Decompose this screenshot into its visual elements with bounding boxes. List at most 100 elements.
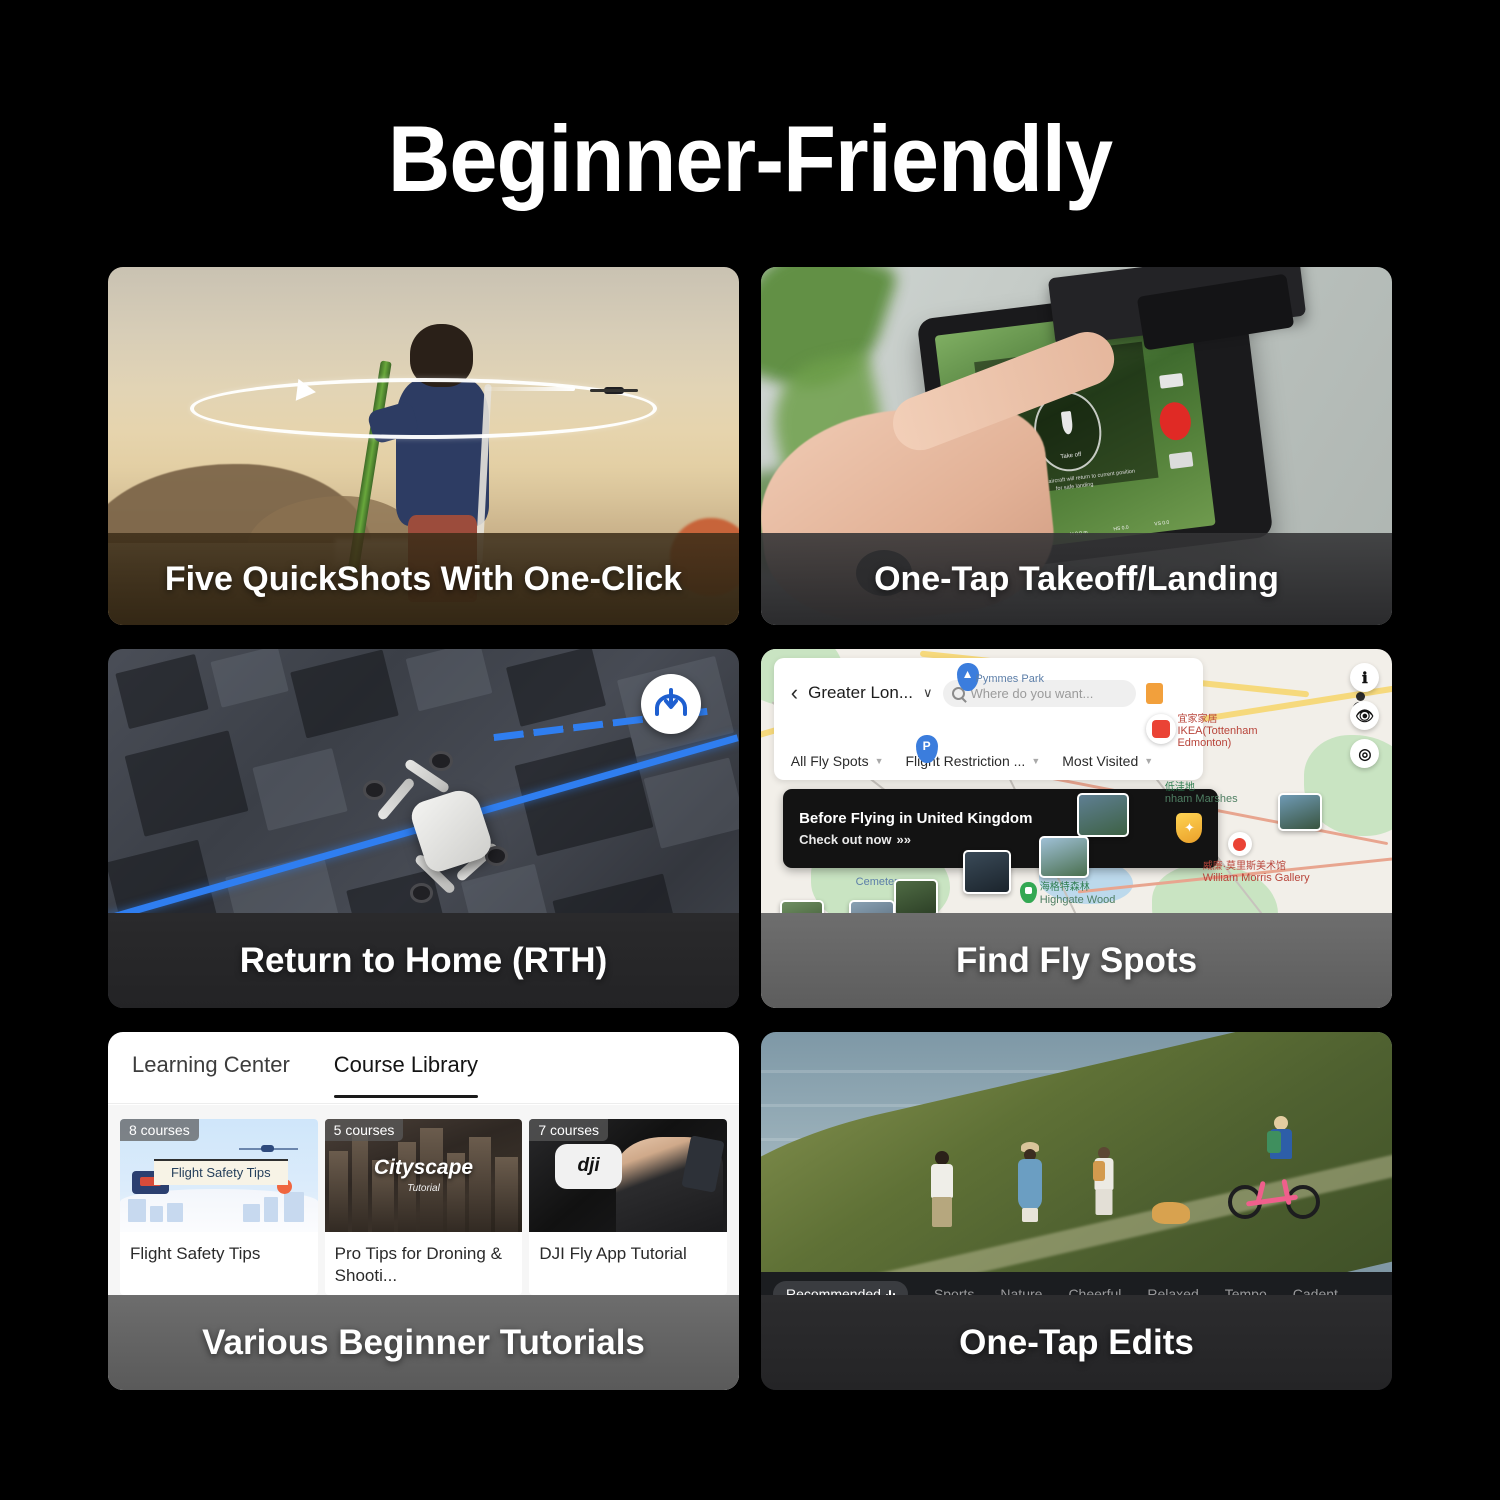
course-thumbnail: dji 7 courses [529,1119,728,1232]
back-chevron-icon[interactable]: ‹ [791,682,798,704]
map-poi-william-morris[interactable]: 威廉·莫里斯美术馆 William Morris Gallery [1203,861,1310,885]
drone-icon [590,385,639,395]
orbit-circle-icon [190,377,657,439]
feature-card-edits[interactable]: Recommended Sports Nature Cheerful Relax… [761,1032,1392,1390]
fly-spot-thumbnail[interactable] [1076,792,1129,837]
child-on-bike [1266,1115,1296,1176]
feature-card-takeoff[interactable]: Take off Make sure the aircraft will ret… [761,267,1392,625]
poi-label: 宜家家居 IKEA(Tottenham Edmonton) [1177,714,1297,750]
thumb-building [167,1202,184,1222]
legs [1095,1189,1113,1216]
course-count-badge: 5 courses [324,1119,404,1141]
poi-name-cn: 威廉·莫里斯美术馆 [1202,860,1287,872]
orbit-arrow-icon [296,378,318,403]
course-count-badge: 8 courses [120,1119,199,1141]
course-card[interactable]: Flight Safety Tips 8 courses Flight Safe… [120,1119,318,1295]
thumb-subtitle: Tutorial [407,1183,440,1195]
drone-illustration [362,750,518,904]
camera-mode-icon[interactable] [1159,372,1184,389]
gallery-poi-icon[interactable] [1227,832,1252,857]
building-block [124,730,249,837]
feature-card-quickshots[interactable]: Five QuickShots With One-Click [108,267,739,625]
poi-label: 威廉·莫里斯美术馆 William Morris Gallery [1203,861,1310,885]
dog [1152,1201,1191,1224]
search-placeholder: Where do you want... [970,685,1094,701]
map-pin-icon [1019,882,1037,904]
filter-most-visited[interactable]: Most Visited ▼ [1062,753,1153,769]
feature-card-rth[interactable]: Return to Home (RTH) [108,649,739,1008]
info-icon[interactable]: ℹ [1350,663,1380,693]
thumb-building [242,1203,261,1222]
fly-spot-thumbnail[interactable] [962,850,1011,895]
course-card[interactable]: dji 7 courses DJI Fly App Tutorial [529,1119,728,1295]
feature-card-tutorials[interactable]: Learning Center Course Library Flight Sa… [108,1032,739,1390]
fly-spot-thumbnail[interactable] [893,878,938,917]
card-caption: Five QuickShots With One-Click [108,533,739,625]
card-caption: One-Tap Takeoff/Landing [761,533,1392,625]
layers-icon[interactable] [1145,682,1163,704]
chevron-down-icon: ▼ [1031,756,1041,767]
telemetry-vspeed: VS 0.0 [1154,520,1171,528]
course-thumbnail: Cityscape Tutorial 5 courses [324,1119,523,1232]
gallery-icon[interactable] [1169,451,1194,470]
drone-propeller [429,750,453,772]
filter-label: All Fly Spots [790,753,869,770]
template-toolbar: Recommended Sports Nature Cheerful Relax… [761,1271,1392,1307]
promo-page: Beginner-Friendly Five QuickShots With O… [0,0,1500,1500]
poi-name-en: nham Marshes [1164,793,1238,806]
tab-course-library[interactable]: Course Library [333,1052,479,1098]
building-block [114,654,209,730]
map-poi-pymmes-park[interactable]: Pymmes Park [976,669,1044,687]
building-block [290,649,399,739]
poi-name-cn: 宜家家居 [1177,713,1218,725]
thumb-building [264,1196,279,1222]
course-title: Pro Tips for Droning & Shooti... [334,1244,502,1285]
fly-spot-thumbnail[interactable] [1278,792,1323,831]
store-icon [1151,719,1170,738]
drone-propeller [362,779,387,800]
card-caption: One-Tap Edits [761,1295,1392,1390]
fly-spot-thumbnail[interactable] [1038,835,1089,878]
building-block [252,747,349,831]
banner-action-label: Check out now [799,831,892,847]
course-card[interactable]: Cityscape Tutorial 5 courses Pro Tips fo… [324,1119,523,1295]
building-block [505,649,607,727]
map-poi-ikea[interactable]: 宜家家居 IKEA(Tottenham Edmonton) [1177,714,1297,750]
locate-icon[interactable]: ◎ [1350,739,1380,769]
drone-propeller [409,883,434,904]
course-list: Flight Safety Tips 8 courses Flight Safe… [108,1105,739,1295]
map-controls: ℹ 👁 ◎ [1350,663,1380,769]
page-title: Beginner-Friendly [387,106,1113,211]
head [935,1151,950,1166]
chevron-down-icon[interactable]: ∨ [923,685,933,701]
building-block [210,649,290,707]
map-poi-highgate-wood[interactable]: 海格特森林 Highgate Wood [1019,882,1116,906]
filter-all-fly-spots[interactable]: All Fly Spots ▼ [791,753,884,769]
tab-learning-center[interactable]: Learning Center [132,1052,290,1084]
city-selector-label[interactable]: Greater Lon... [808,683,913,703]
map-poi-marshes[interactable]: 低洼地 nham Marshes [1165,782,1238,806]
telemetry-hspeed: HS 0.0 [1113,525,1130,533]
dress [1018,1159,1043,1212]
eye-icon[interactable]: 👁 [1350,701,1380,731]
feature-card-flyspots[interactable]: ‹ Greater Lon... ∨ Where do you want... [761,649,1392,1008]
thumb-building [149,1206,164,1222]
person-walking [925,1151,959,1233]
parking-pin-icon[interactable]: P [915,735,938,764]
course-title: Flight Safety Tips [130,1244,261,1263]
thumb-building [127,1199,146,1222]
ikea-poi-icon[interactable] [1145,713,1176,744]
learning-center-tabs: Learning Center Course Library [108,1032,739,1104]
poi-label: 低洼地 nham Marshes [1165,782,1238,806]
poi-name-en: William Morris Gallery [1202,871,1310,884]
legs [1022,1208,1039,1223]
building-block [405,649,492,712]
drone-icon [238,1145,299,1154]
poi-name-en: Highgate Wood [1039,893,1116,906]
parking-label: P [922,739,931,754]
person-walking [1089,1147,1119,1219]
poi-name-en: IKEA(Tottenham Edmonton) [1177,724,1258,750]
record-button[interactable] [1157,401,1193,443]
legs [932,1197,953,1228]
feature-grid: Five QuickShots With One-Click Take off [108,267,1392,1390]
